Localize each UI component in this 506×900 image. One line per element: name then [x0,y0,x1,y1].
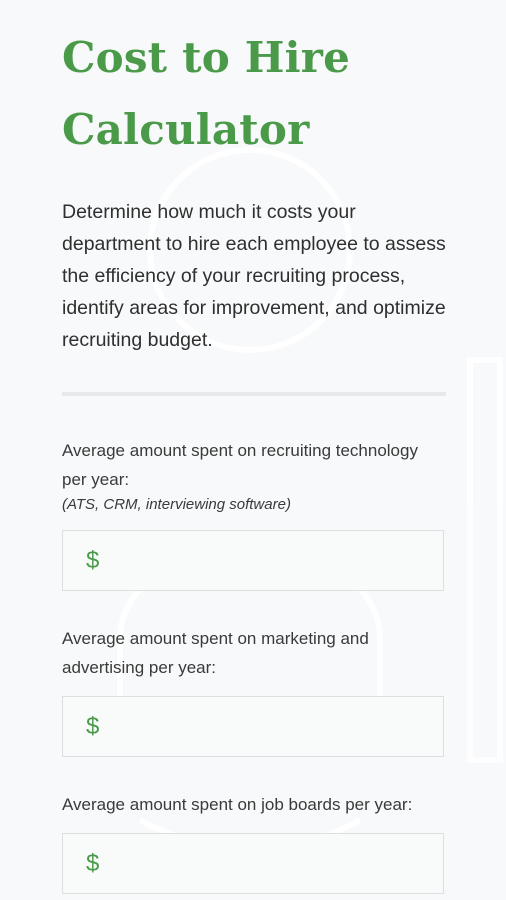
dollar-sign-icon: $ [86,546,100,574]
page-description: Determine how much it costs your departm… [62,201,446,351]
marketing-advertising-input[interactable] [107,705,412,748]
field-label-job-boards: Average amount spent on job boards per y… [62,795,413,814]
job-boards-input[interactable] [107,842,412,885]
recruiting-technology-input-box[interactable]: $ [62,530,444,591]
field-job-boards: Average amount spent on job boards per y… [62,790,446,894]
field-label-recruiting-technology: Average amount spent on recruiting techn… [62,441,418,489]
dollar-sign-icon: $ [86,712,100,740]
calculator-container: Cost to Hire Calculator Determine how mu… [62,22,446,894]
field-hint-recruiting-technology: (ATS, CRM, interviewing software) [62,496,291,513]
field-label-marketing-advertising: Average amount spent on marketing and ad… [62,629,369,677]
page-title: Cost to Hire Calculator [62,33,351,154]
dollar-sign-icon: $ [86,849,100,877]
section-divider [62,392,446,396]
marketing-advertising-input-box[interactable]: $ [62,696,444,757]
job-boards-input-box[interactable]: $ [62,833,444,894]
recruiting-technology-input[interactable] [107,539,412,582]
field-marketing-advertising: Average amount spent on marketing and ad… [62,624,446,757]
field-recruiting-technology: Average amount spent on recruiting techn… [62,436,446,591]
